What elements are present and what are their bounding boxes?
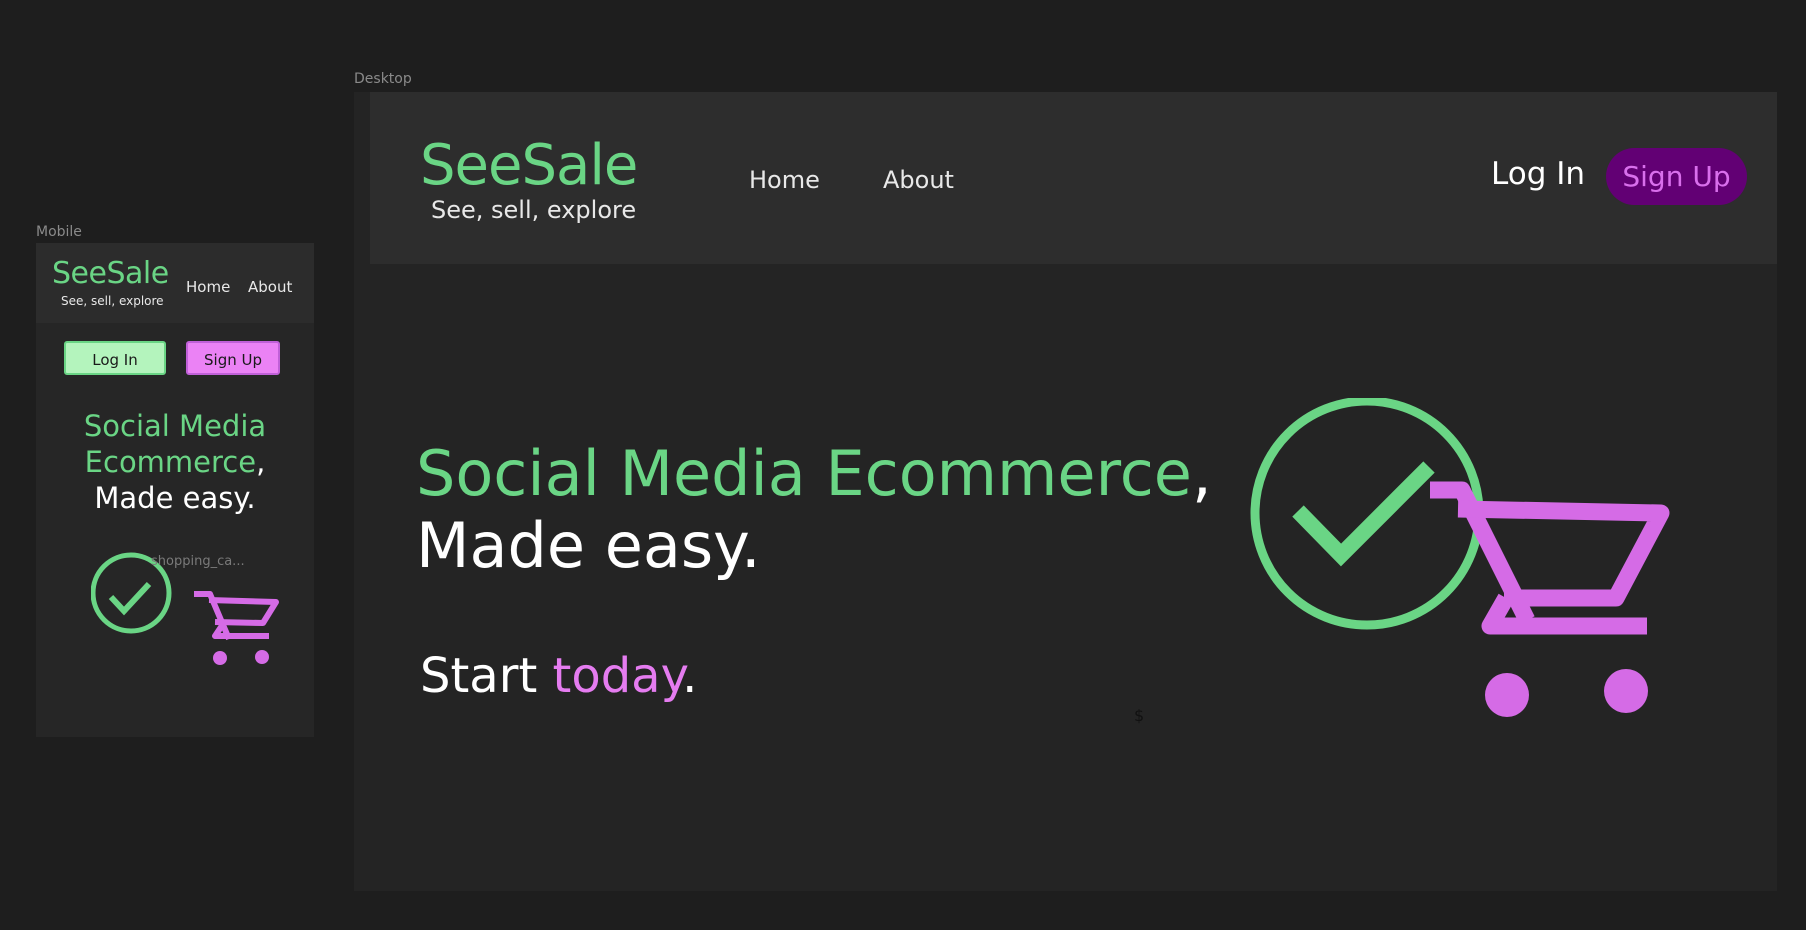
mobile-hero-ecommerce: Ecommerce: [84, 445, 257, 479]
mobile-hero-line1: Social Media: [83, 409, 267, 443]
desktop-frame-label: Desktop: [354, 71, 412, 87]
desktop-cta-start: Start: [420, 648, 553, 704]
desktop-header: SeeSale See, sell, explore Home About Lo…: [370, 92, 1777, 264]
desktop-cta-text: Start today.: [420, 648, 697, 704]
mobile-nav-about[interactable]: About: [248, 278, 292, 296]
mobile-signup-button[interactable]: Sign Up: [186, 341, 280, 375]
desktop-cta-period: .: [682, 648, 698, 704]
mobile-logo[interactable]: SeeSale: [52, 256, 169, 291]
desktop-tagline: See, sell, explore: [431, 196, 637, 224]
mobile-header: SeeSale See, sell, explore Home About: [36, 243, 314, 323]
shopping-cart-icon: [194, 591, 279, 665]
mobile-tagline: See, sell, explore: [61, 294, 164, 308]
desktop-login-button[interactable]: Log In: [1491, 156, 1585, 192]
mobile-hero-line2: Ecommerce,: [36, 444, 314, 480]
mobile-nav-home[interactable]: Home: [186, 278, 230, 296]
desktop-cta-today: today: [552, 648, 683, 704]
mobile-hero-comma: ,: [256, 445, 266, 479]
mobile-frame-label: Mobile: [36, 224, 82, 240]
desktop-hero-graphic: [1244, 396, 1704, 742]
mobile-login-button[interactable]: Log In: [64, 341, 166, 375]
mobile-hero-line3: Made easy.: [94, 481, 256, 515]
mobile-frame: SeeSale See, sell, explore Home About Lo…: [36, 243, 314, 737]
check-circle-icon: [1250, 396, 1484, 630]
desktop-logo[interactable]: SeeSale: [420, 136, 638, 196]
mobile-graphic-label: shopping_ca...: [151, 554, 245, 569]
desktop-hero-heading: Social Media Ecommerce, Made easy.: [416, 438, 1212, 582]
desktop-frame: SeeSale See, sell, explore Home About Lo…: [354, 92, 1777, 891]
desktop-signup-button[interactable]: Sign Up: [1606, 148, 1747, 205]
desktop-hero-social-media-ecommerce: Social Media Ecommerce: [416, 437, 1192, 510]
desktop-nav-about[interactable]: About: [883, 166, 954, 194]
desktop-hero-comma: ,: [1191, 437, 1212, 510]
desktop-hero-line2: Made easy.: [416, 509, 761, 582]
mobile-hero-graphic: [90, 551, 281, 675]
shopping-cart-icon: [1430, 481, 1670, 717]
dollar-sign: $: [1134, 706, 1145, 725]
desktop-hero-line1: Social Media Ecommerce,: [416, 438, 1212, 510]
desktop-nav-home[interactable]: Home: [749, 166, 820, 194]
